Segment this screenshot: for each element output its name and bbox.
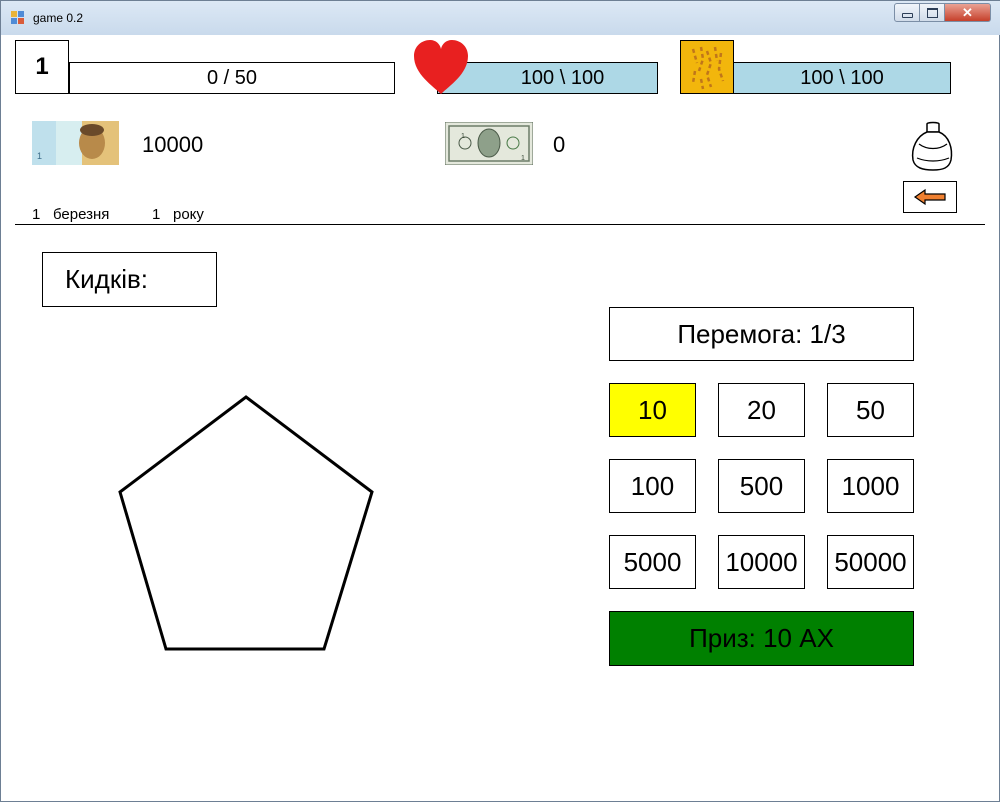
uah-balance: 10000: [142, 132, 204, 157]
bet-button-5000[interactable]: 5000: [609, 535, 696, 589]
bet-button-20[interactable]: 20: [718, 383, 805, 437]
dollar-banknote-icon: 1 1: [445, 122, 533, 165]
throws-label: Кидків:: [65, 264, 149, 294]
game-window: game 0.2 ✕ 1 0 / 50 100 \ 100 100 \ 100 …: [0, 0, 1000, 802]
back-button[interactable]: [903, 181, 957, 213]
window-controls: ✕: [894, 3, 991, 23]
win-chance-label: Перемога: 1/3: [677, 318, 846, 349]
bag-icon[interactable]: [909, 120, 957, 172]
svg-text:1: 1: [37, 151, 42, 161]
prize-box: Приз: 10 АХ: [609, 611, 914, 666]
throws-counter: Кидків:: [42, 252, 217, 307]
close-icon: ✕: [962, 4, 973, 20]
dice-pentagon[interactable]: [111, 389, 381, 659]
title-bar: game 0.2 ✕: [1, 1, 1000, 35]
bet-button-1000[interactable]: 1000: [827, 459, 914, 513]
prize-label: Приз: 10 АХ: [689, 623, 834, 653]
divider: [15, 224, 985, 225]
app-window-icon: [11, 11, 25, 25]
date-day: 1: [32, 206, 41, 223]
bet-value: 100: [630, 470, 675, 501]
xp-bar: 0 / 50: [69, 62, 395, 94]
hryvnia-banknote-icon: 1: [32, 121, 119, 165]
minimize-icon: [901, 13, 913, 18]
bet-value: 50: [856, 394, 885, 425]
health-text: 100 \ 100: [520, 66, 605, 89]
heart-icon: [414, 40, 468, 94]
xp-text: 0 / 50: [206, 66, 258, 89]
bet-button-50000[interactable]: 50000: [827, 535, 914, 589]
bet-value: 20: [747, 394, 776, 425]
arrow-left-icon: [913, 188, 946, 206]
energy-icon: [680, 40, 734, 94]
level-indicator: 1: [15, 40, 69, 94]
bet-value: 500: [739, 470, 784, 501]
win-chance-box: Перемога: 1/3: [609, 307, 914, 361]
bet-button-10[interactable]: 10: [609, 383, 696, 437]
minimize-button[interactable]: [894, 3, 920, 22]
bet-button-500[interactable]: 500: [718, 459, 805, 513]
bet-value: 5000: [623, 546, 682, 577]
date-month: березня: [53, 206, 110, 223]
bet-button-100[interactable]: 100: [609, 459, 696, 513]
window-title: game 0.2: [33, 11, 84, 25]
energy-text: 100 \ 100: [800, 66, 884, 89]
date-year-label: року: [173, 206, 204, 223]
energy-bar: 100 \ 100: [733, 62, 951, 94]
bet-value: 10: [638, 394, 667, 425]
usd-balance: 0: [553, 132, 566, 157]
svg-text:1: 1: [521, 155, 525, 162]
bet-value: 10000: [725, 546, 798, 577]
date-year-number: 1: [152, 206, 161, 223]
bet-button-50[interactable]: 50: [827, 383, 914, 437]
bet-value: 50000: [834, 546, 907, 577]
close-button[interactable]: ✕: [945, 3, 991, 22]
bet-button-10000[interactable]: 10000: [718, 535, 805, 589]
svg-text:1: 1: [461, 133, 465, 140]
bet-value: 1000: [841, 470, 900, 501]
maximize-icon: [926, 7, 938, 18]
maximize-button[interactable]: [920, 3, 945, 22]
